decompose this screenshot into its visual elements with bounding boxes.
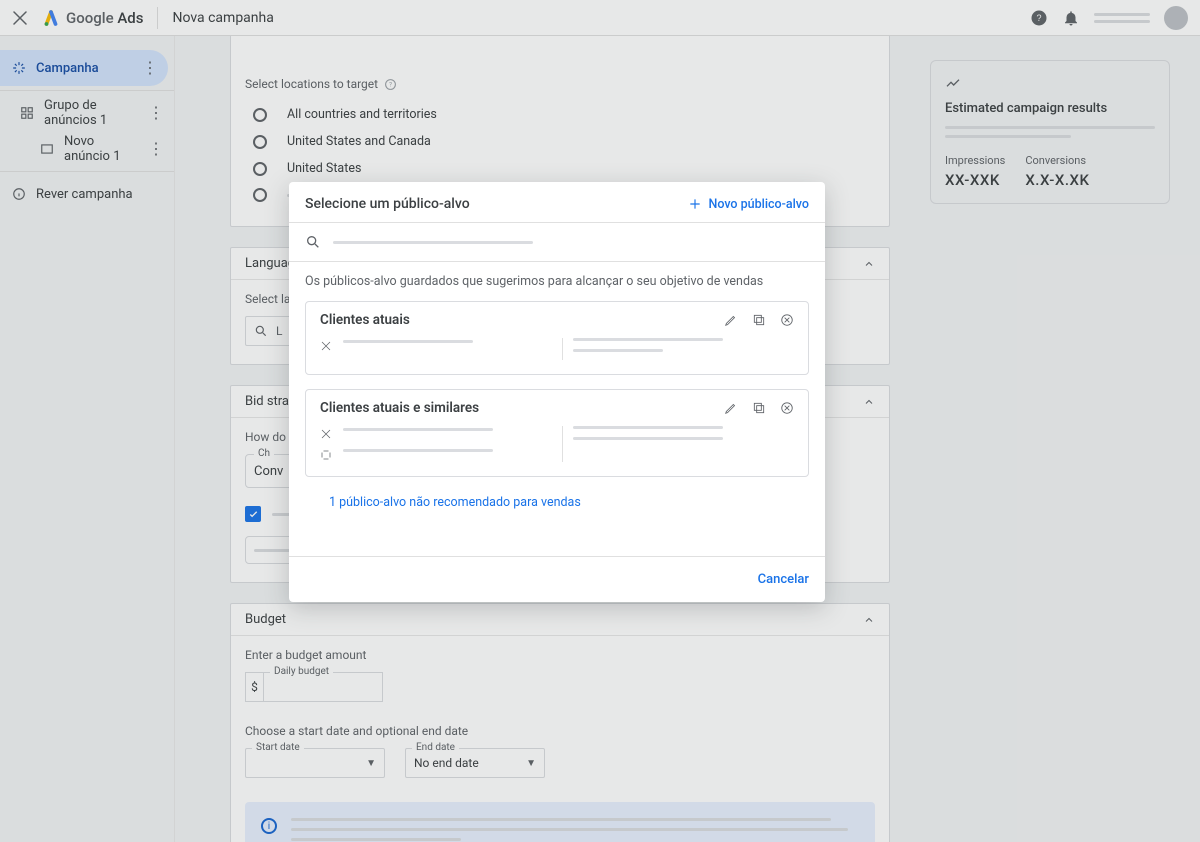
skeleton-text <box>333 241 533 244</box>
skeleton-text <box>573 338 723 341</box>
expand-icon <box>320 449 332 461</box>
new-audience-button[interactable]: Novo público-alvo <box>688 197 809 212</box>
segment-icon <box>320 340 332 352</box>
skeleton-text <box>573 426 723 429</box>
copy-icon[interactable] <box>752 313 766 327</box>
audience-search-input[interactable] <box>289 222 825 262</box>
skeleton-text <box>343 449 493 452</box>
cancel-button[interactable]: Cancelar <box>758 572 809 587</box>
modal-subtitle: Os públicos-alvo guardados que sugerimos… <box>305 274 809 289</box>
copy-icon[interactable] <box>752 401 766 415</box>
edit-icon[interactable] <box>724 313 738 327</box>
audience-card-similar[interactable]: Clientes atuais e similares <box>305 389 809 477</box>
modal-title: Selecione um público-alvo <box>305 196 470 212</box>
segment-icon <box>320 428 332 440</box>
remove-icon[interactable] <box>780 401 794 415</box>
audience-name-1: Clientes atuais <box>320 312 410 328</box>
new-audience-label: Novo público-alvo <box>708 197 809 212</box>
plus-icon <box>688 197 702 211</box>
audience-card-current[interactable]: Clientes atuais <box>305 301 809 375</box>
edit-icon[interactable] <box>724 401 738 415</box>
skeleton-text <box>343 428 493 431</box>
not-recommended-link[interactable]: 1 público-alvo não recomendado para vend… <box>305 491 809 520</box>
remove-icon[interactable] <box>780 313 794 327</box>
search-icon <box>305 234 321 250</box>
audience-name-2: Clientes atuais e similares <box>320 400 479 416</box>
audience-modal: Selecione um público-alvo Novo público-a… <box>289 182 825 602</box>
skeleton-text <box>573 349 663 352</box>
skeleton-text <box>343 340 473 343</box>
skeleton-text <box>573 437 723 440</box>
